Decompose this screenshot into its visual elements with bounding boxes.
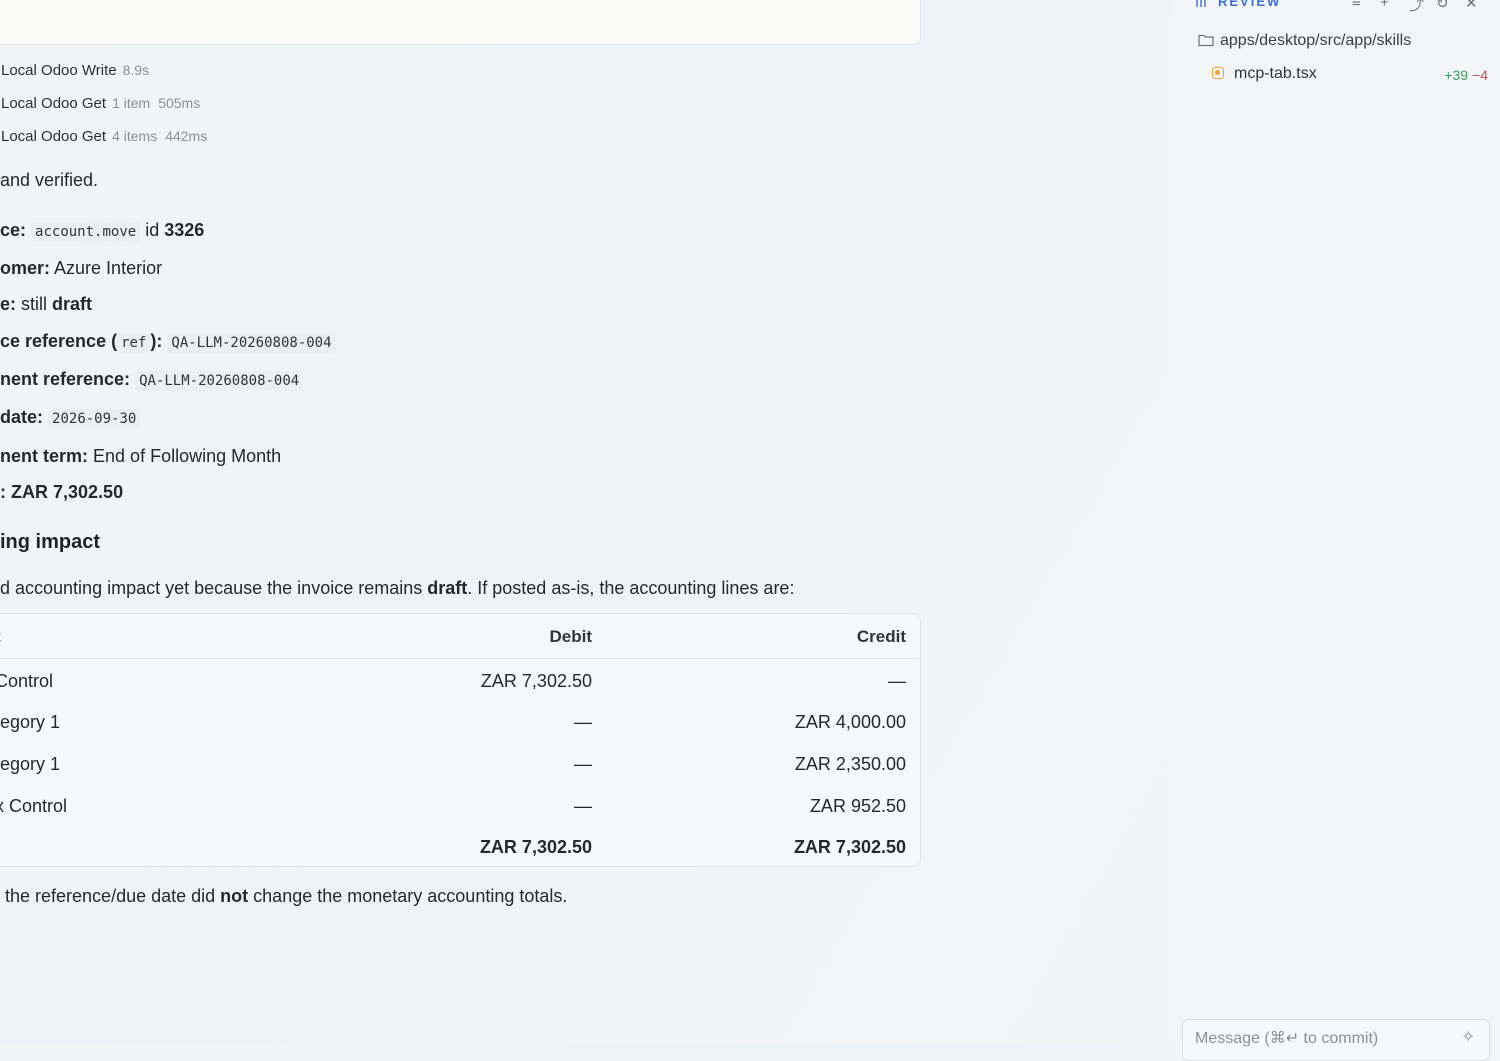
tool-call-duration: 442ms (165, 128, 208, 144)
folder-row[interactable]: apps/desktop/src/app/skills (1198, 32, 1411, 50)
tool-call-name: Local Odoo Get (1, 128, 107, 145)
invoice-id-prefix: id (145, 220, 160, 240)
invoice-label: ce: (0, 220, 27, 240)
row-debit: — (574, 712, 592, 732)
row-debit: ZAR 7,302.50 (480, 671, 592, 691)
changed-file-row[interactable]: mcp-tab.tsx +39 −4 (1212, 65, 1488, 83)
row-debit: — (574, 796, 592, 816)
row-credit: — (888, 671, 906, 691)
deletions-count: −4 (1472, 67, 1488, 83)
state-label: e: (0, 294, 17, 314)
branch-icon[interactable]: ⤴ (1409, 0, 1424, 15)
tool-call-name: Local Odoo Write (1, 62, 117, 79)
state-value: draft (52, 294, 93, 314)
state-line: e: still draft (0, 294, 92, 315)
row-account: ax Control (0, 796, 68, 816)
footer-text-a: the reference/due date did (5, 886, 216, 906)
tool-call-row[interactable]: Local Odoo Write 8.9s (1, 62, 149, 79)
tool-call-row[interactable]: Local Odoo Get 1 item 505ms (1, 95, 200, 112)
impact-text-b: . If posted as-is, the accounting lines … (467, 578, 795, 598)
folder-path: apps/desktop/src/app/skills (1220, 32, 1412, 49)
commit-message-input[interactable]: Message (⌘↵ to commit) ✧ (1182, 1019, 1490, 1061)
summary-intro: and verified. (0, 170, 99, 190)
plus-icon[interactable]: + (1380, 0, 1389, 11)
row-account: ategory 1 (0, 712, 61, 732)
footer-text-b: change the monetary accounting totals. (253, 886, 568, 906)
row-credit: ZAR 2,350.00 (794, 754, 906, 774)
payment-term-value: End of Following Month (93, 446, 282, 466)
accounting-lines-table: t Debit Credit Control ZAR 7,302.50 — at… (0, 613, 921, 867)
additions-count: +39 (1444, 67, 1469, 83)
reference-value: QA-LLM-20260808-004 (167, 333, 336, 353)
folder-icon (1198, 34, 1214, 47)
due-date-value: 2026-09-30 (48, 409, 141, 429)
tool-call-row[interactable]: Local Odoo Get 4 items 442ms (1, 128, 207, 145)
payment-reference-label: nent reference: (0, 369, 131, 389)
invoice-id: 3326 (164, 220, 205, 240)
grid-icon (1196, 0, 1208, 7)
file-name: mcp-tab.tsx (1234, 65, 1317, 82)
invoice-model: account.move (31, 222, 141, 242)
review-sidebar: REVIEW ≡ + ⤴ ↻ ✕ apps/desktop/src/app/sk… (1172, 0, 1500, 1061)
row-debit: — (574, 754, 592, 774)
impact-text-a: d accounting impact yet because the invo… (0, 578, 423, 598)
tool-call-name: Local Odoo Get (1, 95, 107, 112)
payment-reference-line: nent reference: QA-LLM-20260808-004 (0, 369, 304, 391)
footer-text-bold: not (220, 886, 249, 906)
tool-call-count: 4 items (112, 128, 158, 144)
tool-call-count: 1 item (112, 95, 151, 111)
customer-label: omer: (0, 258, 51, 278)
header-credit: Credit (856, 627, 906, 646)
chat-main-panel: Local Odoo Write 8.9s Local Odoo Get 1 ite… (0, 0, 1172, 1044)
customer-value: Azure Interior (54, 258, 163, 278)
previous-message-card (0, 0, 921, 45)
customer-line: omer: Azure Interior (0, 258, 162, 279)
state-prefix: still (21, 294, 48, 314)
invoice-line: ce: account.move id 3326 (0, 220, 205, 242)
row-credit: ZAR 4,000.00 (794, 712, 906, 732)
commit-message-placeholder: Message (⌘↵ to commit) (1195, 1030, 1379, 1047)
payment-term-label: nent term: (0, 446, 89, 466)
tool-call-duration: 8.9s (122, 62, 150, 78)
row-account: ategory 1 (0, 754, 61, 774)
impact-heading: ing impact (0, 531, 101, 553)
total-credit: ZAR 7,302.50 (793, 837, 906, 857)
footer-note: the reference/due date did not change th… (5, 886, 567, 907)
payment-reference-value: QA-LLM-20260808-004 (135, 371, 304, 391)
total-debit: ZAR 7,302.50 (479, 837, 592, 857)
header-debit: Debit (549, 627, 593, 646)
reference-line: ce reference (ref): QA-LLM-20260808-004 (0, 331, 336, 353)
reference-label: ce reference ( (0, 331, 118, 351)
total-label: : (0, 482, 6, 502)
due-date-line: date: 2026-09-30 (0, 407, 141, 429)
reference-label-end: ): (150, 331, 163, 351)
table-header: t Debit Credit (0, 614, 920, 659)
header-account: t (0, 627, 1, 647)
tool-call-duration: 505ms (158, 95, 201, 111)
total-value: ZAR 7,302.50 (11, 482, 124, 502)
file-modified-icon (1212, 67, 1224, 79)
refresh-icon[interactable]: ↻ (1436, 0, 1449, 12)
impact-paragraph: d accounting impact yet because the invo… (0, 578, 794, 599)
reference-code: ref (117, 333, 151, 353)
due-date-label: date: (0, 407, 44, 427)
sparkle-icon[interactable]: ✧ (1462, 1027, 1475, 1047)
total-line: : ZAR 7,302.50 (0, 482, 123, 503)
list-icon[interactable]: ≡ (1352, 0, 1361, 11)
impact-text-bold: draft (427, 578, 468, 598)
review-title: REVIEW (1218, 0, 1282, 9)
row-account: Control (0, 671, 54, 691)
row-credit: ZAR 952.50 (809, 796, 906, 816)
payment-term-line: nent term: End of Following Month (0, 446, 281, 467)
close-icon[interactable]: ✕ (1465, 0, 1478, 12)
